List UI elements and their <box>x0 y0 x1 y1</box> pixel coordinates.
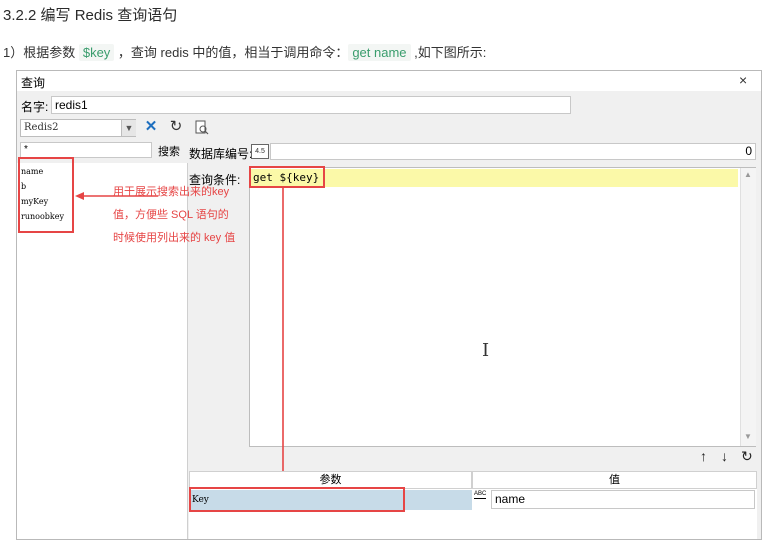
para-prefix: 1）根据参数 <box>3 45 79 60</box>
description-paragraph: 1）根据参数 $key ，查询 redis 中的值，相当于调用命令： get na… <box>3 42 486 61</box>
para-middle: ，查询 redis 中的值，相当于调用命令： <box>114 45 349 60</box>
annotation-arrows <box>75 187 287 483</box>
param-code: $key <box>78 44 115 61</box>
arrow-up-icon[interactable]: ↑ <box>700 448 707 464</box>
arrow-down-icon[interactable]: ↓ <box>721 448 728 464</box>
annotation-arrowhead-left <box>75 192 84 200</box>
param-highlight-box <box>189 487 405 512</box>
value-column-header[interactable]: 值 <box>472 471 757 489</box>
text-type-icon: ABC <box>474 491 487 499</box>
value-cell-input[interactable]: name <box>491 490 755 509</box>
query-dialog: 查询 × 名字: redis1 Redis2 ▼ ✕ ↻ * 搜索 数据库编号:… <box>16 70 762 540</box>
parameter-table: 参数 值 Key ABC name <box>189 471 757 539</box>
reload-icon[interactable]: ↻ <box>741 448 753 465</box>
section-heading: 3.2.2 编写 Redis 查询语句 <box>3 7 178 24</box>
para-suffix: ,如下图所示: <box>410 45 487 60</box>
command-code: get name <box>348 44 411 61</box>
